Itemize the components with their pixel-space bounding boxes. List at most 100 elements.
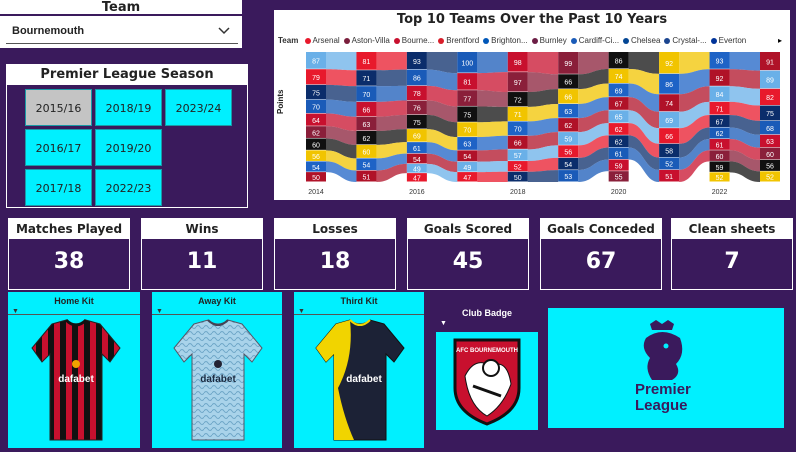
chart-data-label: 98 xyxy=(514,60,522,67)
chart-data-label: 91 xyxy=(766,59,774,66)
legend-item[interactable]: Chelsea xyxy=(623,36,660,45)
third-kit-title: Third Kit xyxy=(340,296,378,306)
chart-data-label: 84 xyxy=(716,92,724,99)
x-axis-tick-label: 2016 xyxy=(409,189,425,196)
chart-data-label: 79 xyxy=(312,75,320,82)
legend-label: Bourne... xyxy=(401,36,435,45)
chevron-down-icon[interactable] xyxy=(218,24,230,38)
legend-item[interactable]: Crystal-... xyxy=(664,36,707,45)
chart-data-label: 63 xyxy=(766,139,774,146)
legend-label: Cardiff-Ci... xyxy=(578,36,620,45)
chart-data-label: 62 xyxy=(312,130,320,137)
chart-data-label: 47 xyxy=(463,175,471,182)
chart-data-label: 68 xyxy=(766,126,774,133)
chart-data-label: 86 xyxy=(413,76,421,83)
legend-dot-icon xyxy=(483,37,490,44)
home-kit-shirt-image: dafabet xyxy=(31,318,121,441)
kpi-matches-played: Matches Played 38 xyxy=(8,218,130,290)
chart-data-label: 52 xyxy=(514,164,522,171)
chart-data-label: 71 xyxy=(363,76,371,83)
legend-next-arrow-icon[interactable]: ▸ xyxy=(778,36,782,45)
legend-dot-icon xyxy=(393,37,400,44)
bournemouth-badge-image: AFC BOURNEMOUTH xyxy=(453,338,521,426)
season-option-2015-16[interactable]: 2015/16 xyxy=(25,89,92,126)
chart-data-label: 62 xyxy=(564,123,572,130)
chart-data-label: 53 xyxy=(564,174,572,181)
sponsor-logo: dafabet xyxy=(58,374,94,385)
chart-ribbon xyxy=(376,69,407,87)
legend-title: Team xyxy=(278,36,299,45)
chart-data-label: 52 xyxy=(766,175,774,182)
legend-dot-icon xyxy=(623,37,630,44)
season-option-2022-23[interactable]: 2022/23 xyxy=(95,169,162,206)
chart-ribbon xyxy=(376,85,407,102)
season-option-2017-18[interactable]: 2017/18 xyxy=(25,169,92,206)
chart-data-label: 75 xyxy=(413,120,421,127)
chart-data-label: 81 xyxy=(363,59,371,66)
chart-ribbon xyxy=(527,170,559,182)
chart-data-label: 54 xyxy=(312,165,320,172)
away-kit-card: Away Kit ▼ dafabet xyxy=(152,292,282,448)
x-axis-tick-label: 2022 xyxy=(712,189,728,196)
chart-data-label: 49 xyxy=(463,165,471,172)
chart-ribbon xyxy=(477,121,508,138)
legend-label: Crystal-... xyxy=(672,36,707,45)
kpi-title: Clean sheets xyxy=(672,219,792,239)
chart-data-label: 51 xyxy=(363,174,371,181)
chart-data-label: 70 xyxy=(363,92,371,99)
season-option-2018-19[interactable]: 2018/19 xyxy=(95,89,162,126)
legend-item[interactable]: Cardiff-Ci... xyxy=(570,36,620,45)
team-dropdown[interactable]: Bournemouth xyxy=(6,20,238,44)
kpi-value: 7 xyxy=(724,249,740,274)
chart-ribbon xyxy=(477,161,508,173)
legend-item[interactable]: Brentford xyxy=(438,36,479,45)
season-option-2016-17[interactable]: 2016/17 xyxy=(25,129,92,166)
legend-item[interactable]: Everton xyxy=(710,36,746,45)
legend-label: Brentford xyxy=(446,36,480,45)
chart-data-label: 75 xyxy=(766,111,774,118)
chart-ribbon xyxy=(477,72,508,93)
chart-data-label: 67 xyxy=(615,102,623,109)
chart-data-label: 63 xyxy=(463,142,471,149)
season-slicer: Premier League Season 2015/16 2018/19 20… xyxy=(6,64,248,208)
chart-data-label: 59 xyxy=(564,137,572,144)
chart-data-label: 71 xyxy=(514,112,522,119)
chart-ribbon xyxy=(326,69,357,87)
chart-data-label: 70 xyxy=(514,127,522,134)
chart-data-label: 60 xyxy=(312,142,320,149)
chart-data-label: 54 xyxy=(363,162,371,169)
chart-data-label: 54 xyxy=(413,157,421,164)
legend-dot-icon xyxy=(438,37,445,44)
kpi-clean-sheets: Clean sheets 7 xyxy=(671,218,793,290)
season-option-2019-20[interactable]: 2019/20 xyxy=(95,129,162,166)
legend-item[interactable]: Aston-Villa xyxy=(343,36,390,45)
chart-ribbon xyxy=(477,106,508,123)
chart-ribbon xyxy=(376,52,407,71)
kpi-value: 45 xyxy=(452,249,484,274)
chart-data-label: 61 xyxy=(413,146,421,153)
kpi-wins: Wins 11 xyxy=(141,218,263,290)
legend-item[interactable]: Burnley xyxy=(531,36,567,45)
chart-data-label: 70 xyxy=(312,105,320,112)
x-axis-tick-label: 2020 xyxy=(611,189,627,196)
kpi-value: 18 xyxy=(319,249,351,274)
season-option-2023-24[interactable]: 2023/24 xyxy=(165,89,232,126)
chart-data-label: 62 xyxy=(615,139,623,146)
legend-item[interactable]: Brighton... xyxy=(483,36,528,45)
legend-item[interactable]: Arsenal xyxy=(304,36,340,45)
chart-ribbon xyxy=(326,84,357,102)
third-kit-shirt-image: dafabet xyxy=(315,319,405,441)
kpi-value: 11 xyxy=(186,249,218,274)
chart-ribbon xyxy=(326,52,357,71)
club-badge-title: Club Badge xyxy=(461,308,512,318)
chart-data-label: 93 xyxy=(413,59,421,66)
chart-ribbon xyxy=(477,90,508,107)
chart-data-label: 92 xyxy=(665,61,673,68)
chart-data-label: 74 xyxy=(665,101,673,108)
chart-data-label: 100 xyxy=(461,61,473,68)
legend-item[interactable]: Bourne... xyxy=(393,36,435,45)
caret-down-icon[interactable]: ▼ xyxy=(440,320,447,327)
chart-data-label: 56 xyxy=(312,154,320,161)
legend-label: Brighton... xyxy=(491,36,528,45)
chart-data-label: 63 xyxy=(363,122,371,129)
